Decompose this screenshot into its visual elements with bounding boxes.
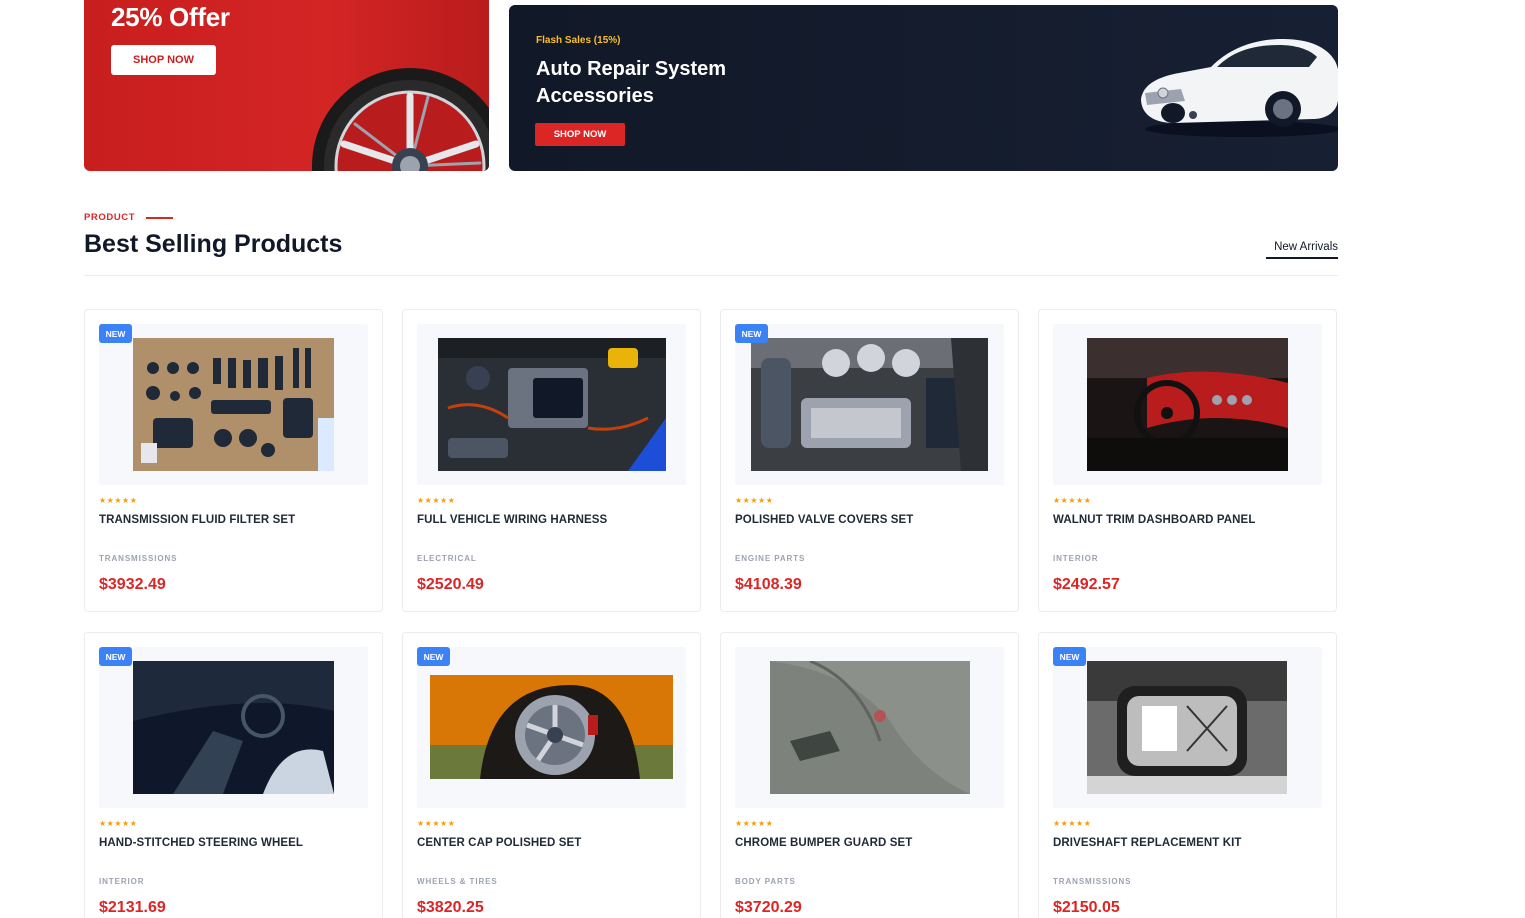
rating-stars: ★★★★★ — [99, 496, 138, 505]
product-category: TRANSMISSIONS — [1053, 877, 1132, 886]
product-price: $4108.39 — [735, 576, 802, 593]
rating-stars: ★★★★★ — [735, 496, 774, 505]
product-name[interactable]: HAND-STITCHED STEERING WHEEL — [99, 837, 303, 849]
product-card[interactable]: NEW ★★★★★ TRANSMISSION FLUID FILTER SET … — [84, 309, 383, 612]
product-card[interactable]: NEW ★★★★★ POLISHED VALVE COVERS SET ENGI… — [720, 309, 1019, 612]
product-price: $2150.05 — [1053, 899, 1120, 916]
new-badge: NEW — [1053, 647, 1086, 666]
product-card[interactable]: NEW ★★★★★ HAND-STITCHED STEERING WHEEL I… — [84, 632, 383, 918]
section-divider — [84, 275, 1338, 276]
product-image-wrap — [1053, 647, 1322, 808]
orange-car-wheel-photo — [430, 675, 673, 779]
rating-stars: ★★★★★ — [417, 819, 456, 828]
product-image-wrap — [417, 647, 686, 808]
product-category: ELECTRICAL — [417, 554, 477, 563]
rating-stars: ★★★★★ — [1053, 819, 1092, 828]
product-image-wrap — [1053, 324, 1322, 485]
flash-sale-headline: Auto Repair System Accessories — [536, 58, 727, 107]
kicker-divider — [146, 216, 174, 219]
new-badge: NEW — [99, 324, 132, 343]
product-image-wrap — [735, 324, 1004, 485]
offer-shop-now-button[interactable]: SHOP NOW — [111, 45, 216, 75]
product-image-wrap — [99, 324, 368, 485]
product-card[interactable]: NEW ★★★★★ CENTER CAP POLISHED SET WHEELS… — [402, 632, 701, 918]
rating-stars: ★★★★★ — [417, 496, 456, 505]
product-image-wrap — [99, 647, 368, 808]
alloy-wheel-icon — [312, 68, 489, 171]
new-badge: NEW — [99, 647, 132, 666]
engine-bay-photo — [438, 338, 666, 471]
product-image-wrap — [417, 324, 686, 485]
product-price: $3720.29 — [735, 899, 802, 916]
new-badge: NEW — [735, 324, 768, 343]
chrome-engine-photo — [751, 338, 988, 471]
vintage-radio-photo — [1087, 661, 1287, 794]
product-card[interactable]: ★★★★★ FULL VEHICLE WIRING HARNESS ELECTR… — [402, 309, 701, 612]
product-name[interactable]: TRANSMISSION FLUID FILTER SET — [99, 514, 295, 526]
tool-wall-photo — [133, 338, 334, 471]
dark-interior-photo — [133, 661, 334, 794]
product-price: $3932.49 — [99, 576, 166, 593]
tab-new-arrivals[interactable]: New Arrivals — [1266, 241, 1338, 259]
product-category: INTERIOR — [1053, 554, 1099, 563]
new-badge: NEW — [417, 647, 450, 666]
product-card[interactable]: ★★★★★ CHROME BUMPER GUARD SET BODY PARTS… — [720, 632, 1019, 918]
rating-stars: ★★★★★ — [99, 819, 138, 828]
product-price: $2520.49 — [417, 576, 484, 593]
section-kicker-label: PRODUCT — [84, 212, 136, 223]
white-coupe-car-icon — [1141, 39, 1338, 137]
product-category: BODY PARTS — [735, 877, 796, 886]
product-category: INTERIOR — [99, 877, 145, 886]
product-price: $2131.69 — [99, 899, 166, 916]
rating-stars: ★★★★★ — [735, 819, 774, 828]
flash-sale-kicker: Flash Sales (15%) — [536, 35, 621, 46]
product-category: WHEELS & TIRES — [417, 877, 498, 886]
product-price: $3820.25 — [417, 899, 484, 916]
product-name[interactable]: WALNUT TRIM DASHBOARD PANEL — [1053, 514, 1255, 526]
offer-banner[interactable]: 25% Offer SHOP NOW — [84, 0, 489, 171]
flash-shop-now-button[interactable]: SHOP NOW — [535, 123, 625, 146]
product-card[interactable]: ★★★★★ WALNUT TRIM DASHBOARD PANEL INTERI… — [1038, 309, 1337, 612]
product-name[interactable]: CENTER CAP POLISHED SET — [417, 837, 581, 849]
product-category: TRANSMISSIONS — [99, 554, 178, 563]
flash-sale-banner[interactable]: Flash Sales (15%) Auto Repair System Acc… — [509, 5, 1338, 171]
red-dashboard-photo — [1087, 338, 1288, 471]
product-image-wrap — [735, 647, 1004, 808]
product-price: $2492.57 — [1053, 576, 1120, 593]
product-card[interactable]: NEW ★★★★★ DRIVESHAFT REPLACEMENT KIT TRA… — [1038, 632, 1337, 918]
product-name[interactable]: FULL VEHICLE WIRING HARNESS — [417, 514, 607, 526]
product-category: ENGINE PARTS — [735, 554, 806, 563]
product-name[interactable]: DRIVESHAFT REPLACEMENT KIT — [1053, 837, 1242, 849]
section-title: Best Selling Products — [84, 230, 343, 258]
section-kicker: PRODUCT — [84, 212, 174, 223]
offer-title: 25% Offer — [111, 2, 230, 32]
grey-car-body-photo — [770, 661, 970, 794]
rating-stars: ★★★★★ — [1053, 496, 1092, 505]
product-name[interactable]: POLISHED VALVE COVERS SET — [735, 514, 913, 526]
product-name[interactable]: CHROME BUMPER GUARD SET — [735, 837, 912, 849]
